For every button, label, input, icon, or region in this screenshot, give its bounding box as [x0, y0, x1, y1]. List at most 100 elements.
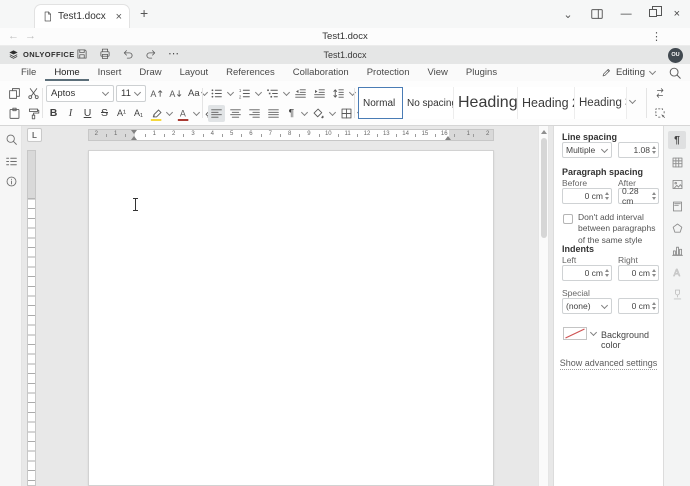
increment-font-size-button[interactable]: A [148, 85, 165, 102]
chevron-down-icon[interactable] [102, 90, 109, 97]
justify-button[interactable] [265, 105, 282, 122]
new-tab-button[interactable]: + [140, 5, 148, 21]
select-all-button[interactable] [651, 105, 668, 122]
menu-tab-file[interactable]: File [12, 64, 45, 81]
spacing-before-spinner[interactable]: 0 cm [562, 188, 612, 204]
shape-settings-icon[interactable] [668, 219, 686, 237]
restore-icon[interactable] [649, 8, 657, 20]
customize-quick-access-icon[interactable]: ⋯ [168, 49, 179, 59]
style-heading3[interactable]: Heading 3 [575, 87, 627, 119]
menu-tab-home[interactable]: Home [45, 64, 88, 81]
chart-settings-icon[interactable] [668, 241, 686, 259]
menu-tab-view[interactable]: View [418, 64, 456, 81]
subscript-button[interactable]: A₁ [131, 105, 146, 122]
scrollbar-thumb[interactable] [541, 138, 547, 238]
signature-settings-icon[interactable] [668, 285, 686, 303]
vertical-ruler[interactable] [27, 150, 36, 486]
vertical-scrollbar[interactable] [538, 126, 549, 486]
bold-button[interactable]: B [46, 105, 61, 122]
cut-button[interactable] [25, 85, 42, 102]
first-line-indent-marker[interactable] [131, 130, 137, 134]
style-no-spacing[interactable]: No spacing [403, 87, 454, 119]
decrement-font-size-button[interactable]: A [167, 85, 184, 102]
style-heading1[interactable]: Heading 1 [454, 87, 518, 119]
chevron-down-icon[interactable] [227, 90, 234, 97]
menu-tab-protection[interactable]: Protection [358, 64, 419, 81]
no-interval-checkbox[interactable] [563, 214, 573, 224]
print-icon[interactable] [99, 48, 111, 60]
chevron-down-icon[interactable] [283, 90, 290, 97]
indent-left-spinner[interactable]: 0 cm [562, 265, 612, 281]
advanced-settings-link[interactable]: Show advanced settings [554, 358, 663, 368]
line-spacing-spinner[interactable]: 1.08 [618, 142, 659, 158]
tab-close-icon[interactable]: × [116, 11, 122, 23]
change-case-button[interactable]: Aa [186, 85, 210, 102]
strikethrough-button[interactable]: S [97, 105, 112, 122]
spinner-arrows-icon[interactable] [652, 302, 656, 310]
document-tab[interactable]: Test1.docx × [34, 4, 130, 28]
chevron-down-icon[interactable] [329, 110, 336, 117]
chevron-down-icon[interactable] [193, 110, 200, 117]
image-settings-icon[interactable] [668, 175, 686, 193]
bullet-list-button[interactable] [208, 85, 225, 102]
chevron-down-icon[interactable] [166, 110, 173, 117]
avatar[interactable]: OU [668, 48, 683, 63]
increase-indent-button[interactable] [311, 85, 328, 102]
align-left-button[interactable] [208, 105, 225, 122]
window-close-icon[interactable]: × [674, 8, 680, 20]
kebab-menu-icon[interactable]: ⋮ [651, 30, 662, 43]
numbered-list-button[interactable]: 12 [236, 85, 253, 102]
paragraph-settings-icon[interactable]: ¶ [668, 131, 686, 149]
underline-button[interactable]: U [80, 105, 95, 122]
borders-button[interactable] [338, 105, 355, 122]
navigation-icon[interactable] [4, 154, 18, 168]
align-right-button[interactable] [246, 105, 263, 122]
superscript-button[interactable]: A¹ [114, 105, 129, 122]
menu-tab-plugins[interactable]: Plugins [457, 64, 506, 81]
line-spacing-dropdown[interactable]: Multiple [562, 142, 612, 158]
chevron-down-icon[interactable] [301, 110, 308, 117]
style-heading2[interactable]: Heading 2 [518, 87, 575, 119]
align-center-button[interactable] [227, 105, 244, 122]
font-color-button[interactable]: A [175, 105, 191, 122]
spinner-arrows-icon[interactable] [652, 146, 656, 154]
line-spacing-button[interactable] [330, 85, 347, 102]
textart-settings-icon[interactable]: A [668, 263, 686, 281]
chevron-down-icon[interactable] [255, 90, 262, 97]
replace-button[interactable] [651, 85, 668, 102]
undo-icon[interactable] [122, 48, 134, 60]
italic-button[interactable]: I [63, 105, 78, 122]
special-dropdown[interactable]: (none) [562, 298, 612, 314]
decrease-indent-button[interactable] [292, 85, 309, 102]
header-footer-settings-icon[interactable] [668, 197, 686, 215]
scroll-up-arrow-icon[interactable] [541, 130, 547, 134]
search-icon[interactable] [668, 66, 682, 80]
table-settings-icon[interactable] [668, 153, 686, 171]
menu-tab-collaboration[interactable]: Collaboration [284, 64, 358, 81]
menu-tab-draw[interactable]: Draw [130, 64, 170, 81]
minimize-icon[interactable]: — [621, 8, 632, 20]
styles-gallery-expand-icon[interactable] [629, 98, 636, 105]
menu-tab-layout[interactable]: Layout [171, 64, 218, 81]
paste-button[interactable] [6, 105, 23, 122]
background-color-picker[interactable] [563, 327, 597, 340]
about-icon[interactable] [4, 174, 18, 188]
spinner-arrows-icon[interactable] [605, 269, 609, 277]
multilevel-list-button[interactable] [264, 85, 281, 102]
redo-icon[interactable] [145, 48, 157, 60]
spinner-arrows-icon[interactable] [652, 269, 656, 277]
spinner-arrows-icon[interactable] [652, 192, 656, 200]
horizontal-ruler[interactable]: 211234567891011121314151612 [88, 129, 494, 141]
spacing-after-spinner[interactable]: 0.28 cm [618, 188, 659, 204]
tab-stop-selector[interactable]: L [27, 128, 42, 142]
side-panel-icon[interactable] [590, 7, 604, 21]
indent-right-spinner[interactable]: 0 cm [618, 265, 659, 281]
copy-button[interactable] [6, 85, 23, 102]
tab-list-chevron-icon[interactable]: ⌄ [563, 8, 572, 21]
save-icon[interactable] [76, 48, 88, 60]
highlight-color-button[interactable] [148, 105, 164, 122]
special-spinner[interactable]: 0 cm [618, 298, 659, 314]
spinner-arrows-icon[interactable] [605, 192, 609, 200]
left-indent-marker[interactable] [131, 136, 137, 140]
style-normal[interactable]: Normal [358, 87, 403, 119]
